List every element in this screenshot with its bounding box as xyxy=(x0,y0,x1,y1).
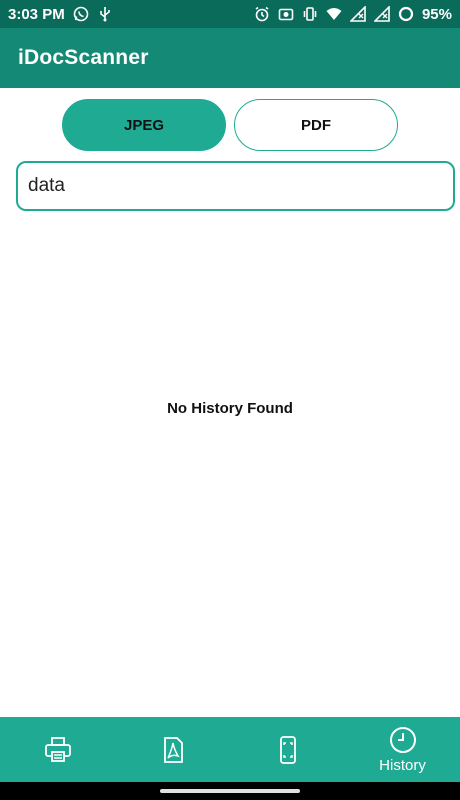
status-time: 3:03 PM xyxy=(8,5,65,23)
pdf-icon xyxy=(158,735,188,765)
battery-icon xyxy=(398,6,414,22)
signal-icon xyxy=(373,6,390,22)
whatsapp-icon xyxy=(73,6,89,22)
empty-history-message: No History Found xyxy=(167,400,293,417)
wifi-icon xyxy=(326,6,342,22)
vibrate-icon xyxy=(302,6,318,22)
usb-icon xyxy=(97,6,113,22)
gesture-bar xyxy=(0,782,460,800)
format-toggle: JPEG PDF xyxy=(0,99,460,151)
jpeg-toggle-label: JPEG xyxy=(123,116,165,134)
battery-percent: 95% xyxy=(421,5,452,23)
printer-icon xyxy=(43,735,73,765)
pdf-toggle-button[interactable]: PDF xyxy=(234,99,398,151)
nav-item-pdf[interactable] xyxy=(115,717,230,782)
app-title: iDocScanner xyxy=(18,46,149,69)
search-box xyxy=(16,161,455,211)
scan-phone-icon xyxy=(273,735,303,765)
nav-item-printer[interactable] xyxy=(0,717,115,782)
jpeg-toggle-button[interactable]: JPEG xyxy=(62,99,226,151)
clock-icon xyxy=(388,725,418,755)
nav-item-history-label: History xyxy=(379,757,426,774)
status-bar: 3:03 PM 95% xyxy=(0,0,460,28)
search-input[interactable] xyxy=(28,175,453,197)
app-bar: iDocScanner xyxy=(0,28,460,88)
status-left: 3:03 PM xyxy=(8,6,113,23)
signal-icon xyxy=(349,6,366,22)
bottom-nav: History xyxy=(0,717,460,782)
pdf-toggle-label: PDF xyxy=(301,116,331,134)
nav-item-scan[interactable] xyxy=(230,717,345,782)
gesture-handle[interactable] xyxy=(160,789,300,793)
nav-item-history[interactable]: History xyxy=(345,717,460,782)
screenshot-icon xyxy=(278,6,294,22)
alarm-icon xyxy=(254,6,270,22)
status-right: 95% xyxy=(254,6,452,23)
